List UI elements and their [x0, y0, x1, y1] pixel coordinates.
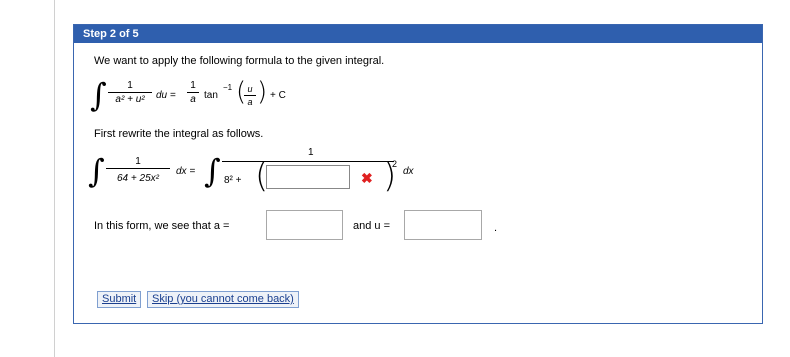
formula-arg: u a [244, 84, 256, 107]
submit-button[interactable]: Submit [97, 291, 142, 308]
rewrite-lhs-denominator: 64 + 25x² [117, 173, 159, 184]
a-value-input[interactable] [266, 210, 343, 240]
intro-text: We want to apply the following formula t… [94, 55, 385, 67]
formula-tan: tan [204, 90, 218, 101]
rewrite-dx-equals: dx = [176, 166, 196, 177]
rewrite-answer-input[interactable] [266, 165, 350, 189]
formula-denominator: a² + u² [115, 94, 145, 105]
label-u: and u = [353, 220, 391, 232]
u-value-input[interactable] [404, 210, 482, 240]
rewrite-lhs-fraction: 1 64 + 25x² [106, 156, 170, 184]
formula-fraction: 1 a² + u² [108, 80, 152, 105]
right-paren: ) [257, 77, 268, 107]
step-header: Step 2 of 5 [74, 25, 762, 43]
formula-numerator: 1 [108, 80, 152, 93]
arg-numerator: u [244, 84, 256, 96]
rewrite-fraction-bar [222, 161, 394, 162]
rewrite-rhs-denominator-prefix: 8² + [224, 175, 242, 186]
formula-du: du = [156, 90, 176, 101]
formula-exponent: −1 [223, 83, 233, 92]
rewrite-rhs-numerator: 1 [308, 147, 314, 158]
rhs-exponent: 2 [392, 159, 398, 169]
left-divider [54, 0, 55, 357]
step-panel: Step 2 of 5 We want to apply the followi… [73, 24, 763, 324]
rewrite-lhs-numerator: 1 [106, 156, 170, 169]
integral-sign: ∫ [90, 76, 107, 114]
rewrite-rhs-dx: dx [403, 166, 414, 177]
skip-button[interactable]: Skip (you cannot come back) [147, 291, 299, 308]
rewrite-integral-sign: ∫ [88, 152, 105, 190]
rewrite-rhs-integral-sign: ∫ [204, 152, 221, 190]
incorrect-x-icon: ✖ [361, 170, 373, 186]
label-a: In this form, we see that a = [94, 220, 230, 232]
period: . [494, 222, 498, 234]
coef-numerator: 1 [187, 80, 199, 93]
coef-denominator: a [190, 94, 196, 105]
rewrite-label: First rewrite the integral as follows. [94, 128, 264, 140]
formula-plus-c: + C [270, 90, 286, 101]
arg-denominator: a [247, 97, 253, 107]
formula-coef: 1 a [187, 80, 199, 105]
